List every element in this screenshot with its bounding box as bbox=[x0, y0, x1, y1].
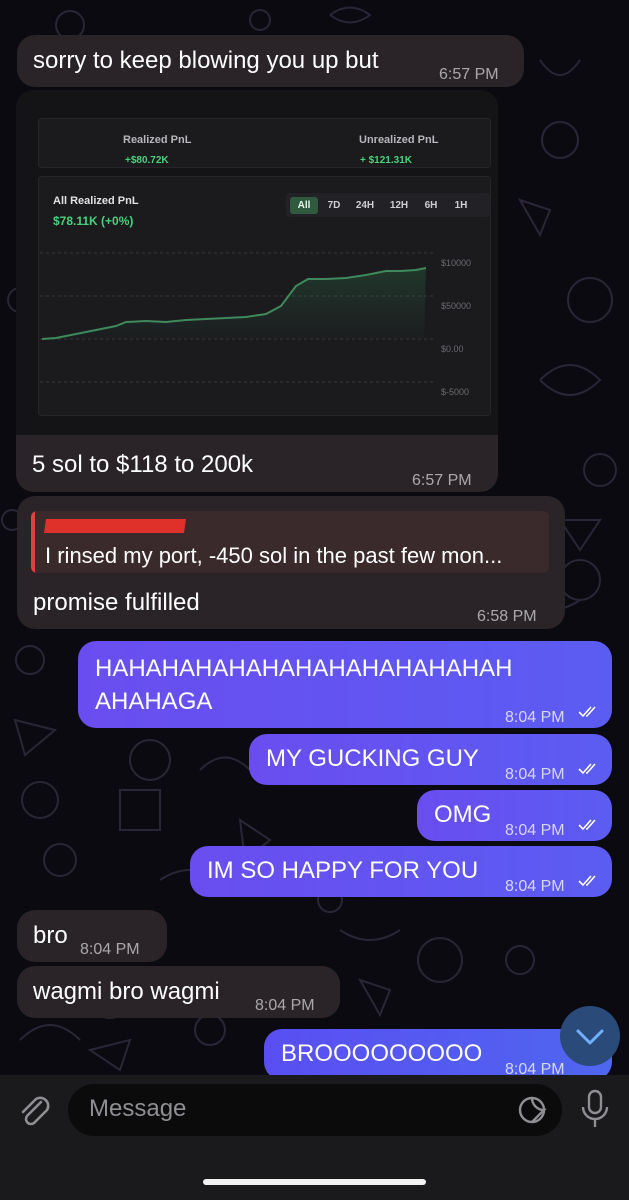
message-text: sorry to keep blowing you up but bbox=[33, 47, 379, 74]
paperclip-icon[interactable] bbox=[14, 1090, 54, 1130]
read-checkmarks-icon bbox=[578, 763, 596, 775]
reply-quote-text: I rinsed my port, -450 sol in the past f… bbox=[45, 543, 503, 568]
message-input[interactable]: Message bbox=[68, 1084, 562, 1136]
redacted-sender-name bbox=[44, 519, 186, 533]
outgoing-message-1[interactable]: HAHAHAHAHAHAHAHAHAHAHAHAH AHAHAGA 8:04 P… bbox=[78, 641, 612, 728]
home-indicator bbox=[203, 1179, 426, 1185]
microphone-icon[interactable] bbox=[578, 1087, 612, 1131]
message-text: BROOOOOOOOO bbox=[281, 1040, 483, 1067]
y-axis-label: $0.00 bbox=[441, 344, 464, 354]
message-time: 8:04 PM bbox=[505, 709, 565, 726]
read-checkmarks-icon bbox=[578, 875, 596, 887]
outgoing-message-3[interactable]: OMG 8:04 PM bbox=[417, 790, 612, 841]
y-axis-label: $-5000 bbox=[441, 387, 470, 397]
message-time: 8:04 PM bbox=[80, 941, 140, 958]
read-checkmarks-icon bbox=[578, 706, 596, 718]
incoming-message-1[interactable]: sorry to keep blowing you up but 6:57 PM bbox=[17, 35, 524, 87]
message-text: promise fulfilled bbox=[33, 589, 200, 616]
incoming-reply-message[interactable]: I rinsed my port, -450 sol in the past f… bbox=[17, 496, 565, 629]
pnl-line-chart bbox=[40, 252, 436, 383]
pnl-screenshot[interactable]: Realized PnL +$80.72K Unrealized PnL + $… bbox=[16, 90, 498, 435]
incoming-image-message[interactable]: Realized PnL +$80.72K Unrealized PnL + $… bbox=[16, 90, 498, 492]
incoming-message-wagmi[interactable]: wagmi bro wagmi 8:04 PM bbox=[17, 966, 340, 1018]
reply-accent-bar bbox=[31, 511, 35, 573]
message-time: 8:04 PM bbox=[505, 822, 565, 839]
outgoing-message-2[interactable]: MY GUCKING GUY 8:04 PM bbox=[249, 734, 612, 785]
message-text: wagmi bro wagmi bbox=[33, 978, 220, 1005]
message-text: OMG bbox=[434, 801, 492, 828]
message-text-line-2: AHAHAGA bbox=[95, 688, 213, 715]
message-text: IM SO HAPPY FOR YOU bbox=[207, 857, 479, 884]
read-checkmarks-icon bbox=[578, 819, 596, 831]
message-time: 6:57 PM bbox=[412, 472, 472, 489]
message-time: 6:57 PM bbox=[439, 66, 499, 83]
reply-quote[interactable]: I rinsed my port, -450 sol in the past f… bbox=[31, 511, 549, 573]
message-input-placeholder: Message bbox=[89, 1095, 187, 1122]
image-caption: 5 sol to $118 to 200k bbox=[32, 451, 254, 478]
sticker-icon[interactable] bbox=[516, 1094, 548, 1126]
outgoing-message-4[interactable]: IM SO HAPPY FOR YOU 8:04 PM bbox=[190, 846, 612, 897]
message-text-line-1: HAHAHAHAHAHAHAHAHAHAHAHAH bbox=[95, 655, 513, 682]
chevron-down-icon bbox=[576, 1029, 604, 1045]
message-time: 6:58 PM bbox=[477, 608, 537, 625]
message-time: 8:04 PM bbox=[505, 766, 565, 783]
message-text: MY GUCKING GUY bbox=[266, 745, 479, 772]
message-time: 8:04 PM bbox=[505, 878, 565, 895]
incoming-message-bro[interactable]: bro 8:04 PM bbox=[17, 910, 167, 962]
scroll-to-bottom-button[interactable] bbox=[560, 1006, 620, 1066]
message-time: 8:04 PM bbox=[255, 997, 315, 1014]
message-text: bro bbox=[33, 922, 68, 949]
y-axis-label: $50000 bbox=[441, 301, 472, 311]
y-axis-label: $10000 bbox=[441, 258, 472, 268]
